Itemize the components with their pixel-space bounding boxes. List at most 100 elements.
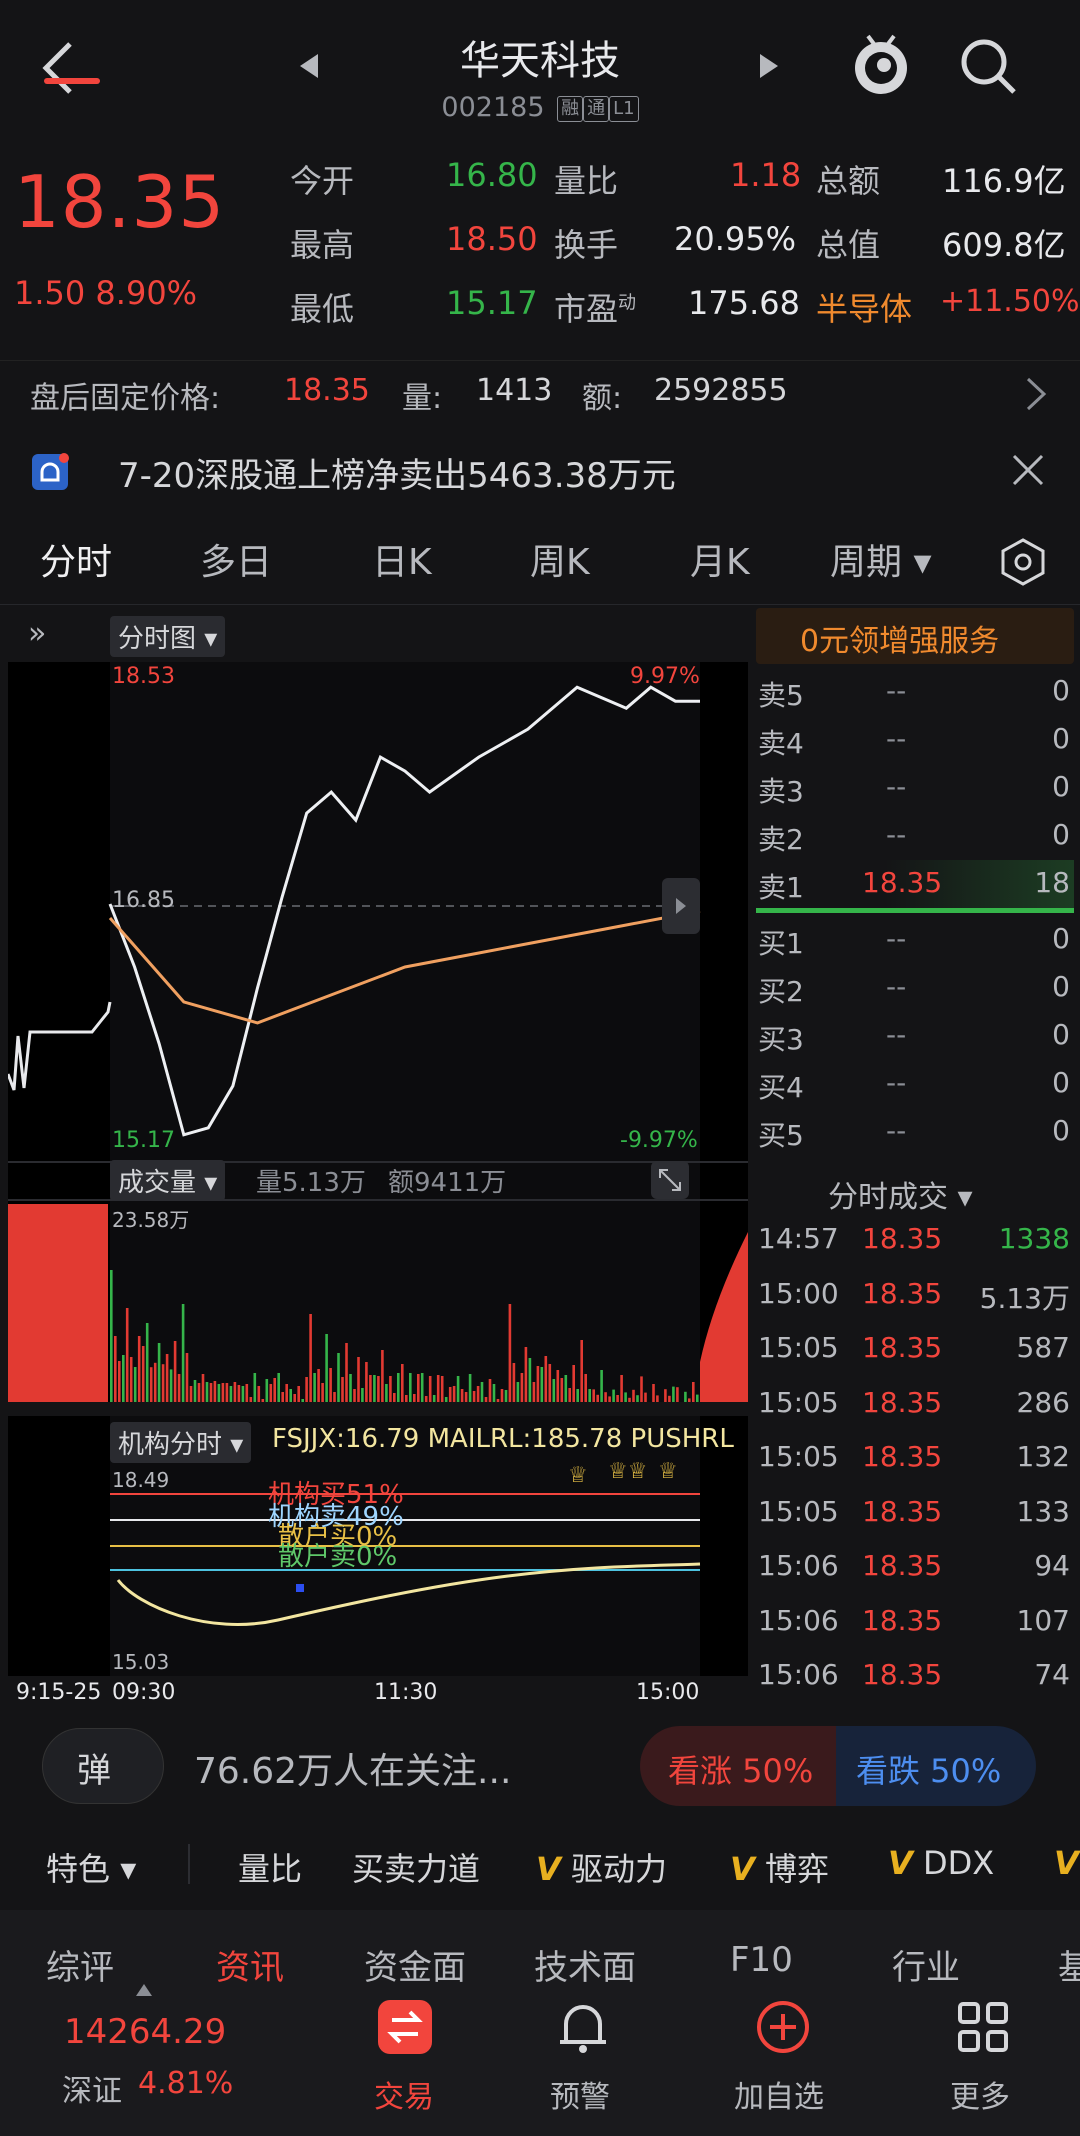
volume-bar <box>432 1395 436 1402</box>
tick-row: 15:06 18.35 74 <box>758 1650 1074 1704</box>
volume-bar <box>337 1353 340 1402</box>
volume-bar <box>114 1336 117 1402</box>
ob-label: 买1 <box>758 927 804 960</box>
volume-bar <box>632 1389 635 1402</box>
volume-bar <box>185 1353 189 1402</box>
nav-add-watchlist[interactable]: 加自选 <box>722 1992 842 2132</box>
volume-bar <box>588 1389 591 1402</box>
time-label-close: 15:00 <box>636 1680 700 1705</box>
after-hours-amt-label: 额: <box>582 381 623 416</box>
label-turnover-amount: 总额 <box>816 162 881 200</box>
tab-multi-day[interactable]: 多日 <box>200 533 272 585</box>
nav-alert[interactable]: 预警 <box>528 1992 638 2132</box>
after-hours-bar[interactable]: 盘后固定价格: 18.35 量: 1413 额: 2592855 <box>0 360 1080 426</box>
bottom-tab-review[interactable]: 综评 <box>46 1940 114 1989</box>
ob-volume: 0 <box>1052 1018 1070 1051</box>
volume-bar <box>133 1367 137 1402</box>
bid-row-4[interactable]: 买4 -- 0 <box>758 1060 1074 1108</box>
search-icon[interactable] <box>958 36 1020 98</box>
bearish-button[interactable]: 看跌 50% <box>836 1726 1036 1806</box>
sector-change[interactable]: +11.50% <box>940 284 1080 319</box>
bottom-tab-f10[interactable]: F10 <box>730 1940 793 1980</box>
settings-hex-icon[interactable] <box>998 537 1048 587</box>
label-turnover-rate: 换手 <box>554 226 619 264</box>
ask-row-3[interactable]: 卖3 -- 0 <box>758 764 1074 812</box>
expand-icon[interactable]: » <box>28 616 46 651</box>
ask-row-4[interactable]: 卖4 -- 0 <box>758 716 1074 764</box>
tick-volume: 107 <box>1016 1603 1070 1637</box>
bullish-button[interactable]: 看涨 50% <box>640 1726 836 1806</box>
tick-row: 15:06 18.35 107 <box>758 1596 1074 1650</box>
tick-price: 18.35 <box>862 1385 943 1419</box>
index-value[interactable]: 14264.29 <box>64 2012 226 2052</box>
volume-bar <box>413 1394 416 1402</box>
fullscreen-icon[interactable] <box>650 1160 690 1200</box>
feature-volume-ratio[interactable]: 量比 <box>238 1844 302 1890</box>
bottom-tab-technical[interactable]: 技术面 <box>534 1940 636 1989</box>
promo-text: 0元领增强服务 <box>800 624 1000 659</box>
close-icon[interactable] <box>1010 452 1046 488</box>
volume-bar <box>496 1399 500 1402</box>
ask-row-5[interactable]: 卖5 -- 0 <box>758 668 1074 716</box>
volume-bar <box>560 1378 564 1402</box>
volume-bar <box>265 1379 269 1402</box>
tick-price: 18.35 <box>862 1331 943 1364</box>
feature-ddx[interactable]: V DDX <box>888 1844 994 1882</box>
volume-bar <box>620 1375 623 1402</box>
volume-bar <box>484 1397 488 1402</box>
notice-bar[interactable]: 7-20深股通上榜净卖出5463.38万元 <box>0 440 1080 512</box>
chart-down-pct: -9.97% <box>620 1128 698 1153</box>
bottom-tab-industry[interactable]: 行业 <box>892 1940 960 1989</box>
bid-row-5[interactable]: 买5 -- 0 <box>758 1108 1074 1156</box>
tag-connect: 通 <box>583 95 610 122</box>
danmu-toggle[interactable]: 弹 <box>42 1728 164 1804</box>
nav-trade[interactable]: 交易 <box>352 1992 462 2132</box>
volume-bar <box>684 1391 687 1402</box>
next-stock-icon[interactable] <box>758 52 780 80</box>
bottom-tab-news[interactable]: 资讯 <box>216 1940 284 1989</box>
feature-driver[interactable]: V 驱动力 <box>536 1844 667 1890</box>
ask-row-2[interactable]: 卖2 -- 0 <box>758 812 1074 860</box>
tab-period[interactable]: 周期 ▾ <box>830 533 932 585</box>
ob-price: -- <box>886 1114 907 1147</box>
volume-bar <box>361 1388 364 1402</box>
label-low: 最低 <box>290 290 355 328</box>
bottom-tab-funds[interactable]: 资金面 <box>364 1940 466 1989</box>
volume-bar <box>612 1389 615 1402</box>
label-market-cap: 总值 <box>816 226 881 264</box>
bottom-tab-more[interactable]: 基 <box>1058 1940 1080 1989</box>
chart-type-selector[interactable]: 分时图 ▾ <box>110 616 226 657</box>
chevron-right-icon <box>1026 377 1047 411</box>
tab-weekly-k[interactable]: 周K <box>530 533 590 585</box>
tag-level: L1 <box>609 95 639 122</box>
volume-bar <box>688 1398 691 1402</box>
ask-row-1[interactable]: 卖1 18.35 18 <box>758 860 1074 908</box>
institution-info: FSJJX:16.79 MAILRL:185.78 PUSHRL <box>272 1424 734 1454</box>
promo-banner[interactable]: 0元领增强服务 <box>756 608 1074 664</box>
tab-monthly-k[interactable]: 月K <box>690 533 750 585</box>
label-pe: 市盈动 <box>554 290 637 328</box>
volume-bar <box>145 1323 149 1402</box>
ob-price: -- <box>886 922 907 955</box>
feature-special[interactable]: 特色 ▾ <box>46 1844 136 1890</box>
intraday-chart[interactable] <box>8 662 748 1402</box>
tick-price: 18.35 <box>862 1440 943 1473</box>
bid-row-2[interactable]: 买2 -- 0 <box>758 964 1074 1012</box>
sector-name[interactable]: 半导体 <box>816 284 912 330</box>
bid-row-1[interactable]: 买1 -- 0 <box>758 916 1074 964</box>
volume-selector[interactable]: 成交量 ▾ <box>110 1160 226 1201</box>
tab-daily-k[interactable]: 日K <box>372 533 432 585</box>
tick-row: 15:06 18.35 94 <box>758 1541 1074 1595</box>
volume-bar <box>540 1367 544 1402</box>
bid-row-3[interactable]: 买3 -- 0 <box>758 1012 1074 1060</box>
mascot-icon[interactable] <box>848 28 914 100</box>
volume-bar <box>381 1350 384 1402</box>
institution-selector[interactable]: 机构分时 ▾ <box>110 1422 252 1463</box>
volume-bar <box>616 1395 619 1402</box>
feature-game[interactable]: V 博弈 <box>730 1844 829 1890</box>
feature-force[interactable]: 买卖力道 <box>352 1844 480 1890</box>
volume-bar <box>233 1382 237 1402</box>
ticks-title[interactable]: 分时成交 ▾ <box>828 1172 973 1216</box>
tab-intraday[interactable]: 分时 <box>40 533 112 585</box>
nav-more[interactable]: 更多 <box>928 1992 1038 2132</box>
